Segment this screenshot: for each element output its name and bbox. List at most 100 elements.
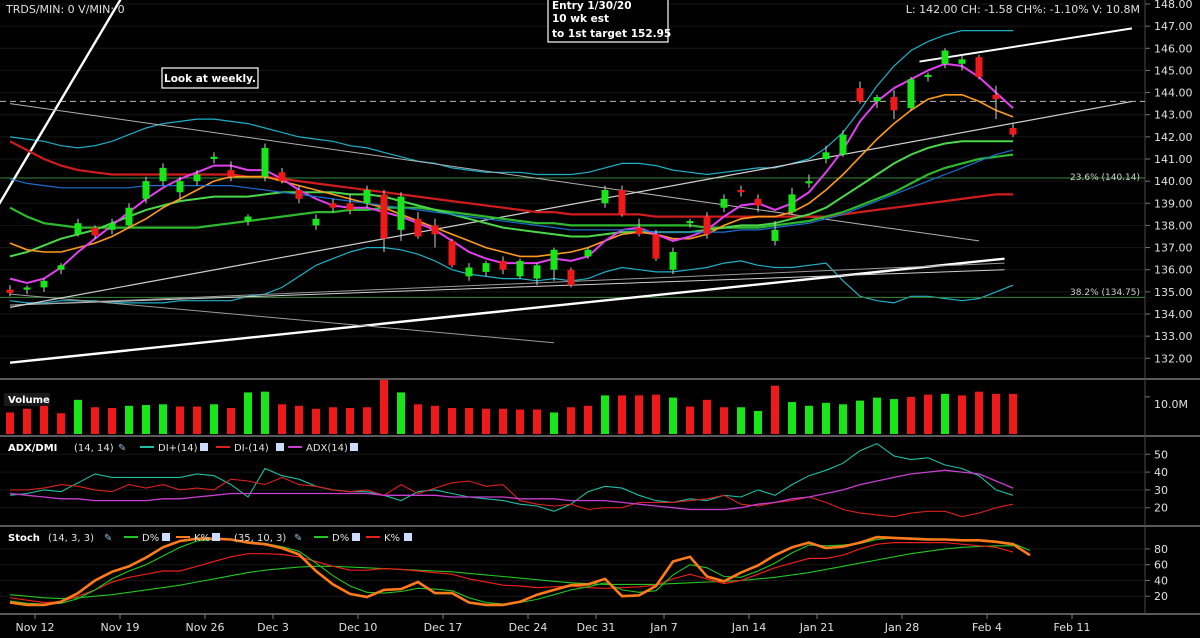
candle-body: [771, 229, 779, 241]
candle-body: [227, 170, 235, 177]
candle-body: [822, 152, 830, 159]
stoch-slow-d-label: D%: [332, 533, 349, 544]
volume-bar: [125, 405, 133, 434]
candle-body: [142, 181, 150, 199]
candle-body: [210, 156, 218, 159]
stoch-tick-label: 20: [1154, 590, 1168, 603]
volume-bar: [346, 408, 354, 434]
right-readout: L: 142.00 CH: -1.58 CH%: -1.10% V: 10.8M: [906, 3, 1140, 16]
volume-bar: [499, 408, 507, 434]
adx-tick-label: 40: [1154, 466, 1168, 479]
price-tick-label: 137.00: [1154, 242, 1193, 255]
date-tick-label: Jan 14: [731, 621, 766, 634]
volume-bar: [550, 412, 558, 434]
volume-bar: [295, 405, 303, 434]
date-tick-label: Dec 10: [339, 621, 378, 634]
stoch-slow-k-checkbox[interactable]: [404, 533, 412, 541]
stock-chart[interactable]: 132.00 133.00 134.00 135.00 136.00 137.00 138.…: [0, 0, 1200, 638]
fib-382-label: 38.2% (134.75): [1070, 288, 1140, 298]
candle-body: [431, 225, 439, 235]
date-tick-label: Feb 4: [972, 621, 1002, 634]
price-tick-label: 145.00: [1154, 64, 1193, 77]
volume-bar: [465, 408, 473, 434]
volume-bar: [652, 394, 660, 434]
entry-line-1: Entry 1/30/20: [552, 0, 632, 12]
volume-bar: [890, 399, 898, 434]
candle-body: [74, 223, 82, 235]
price-tick-label: 146.00: [1154, 42, 1193, 55]
volume-bar: [584, 405, 592, 434]
stoch-k-checkbox[interactable]: [212, 533, 220, 541]
di-plus-label: DI+(14): [158, 443, 198, 454]
candle-body: [295, 190, 303, 199]
price-tick-label: 133.00: [1154, 330, 1193, 343]
weekly-note-text: Look at weekly.: [164, 73, 256, 85]
candle-body: [669, 252, 677, 270]
adx-checkbox[interactable]: [350, 443, 358, 451]
stoch-params-1: (14, 3, 3): [48, 533, 94, 544]
candle-body: [924, 74, 932, 78]
candle-body: [397, 196, 405, 230]
date-tick-label: Feb 11: [1054, 621, 1091, 634]
stoch-d-checkbox[interactable]: [162, 533, 170, 541]
volume-bar: [23, 408, 31, 434]
date-tick-label: Nov 12: [16, 621, 55, 634]
candle-body: [329, 203, 337, 208]
volume-bar: [720, 407, 728, 434]
candle-body: [907, 79, 915, 109]
adx-tick-label: 50: [1154, 448, 1168, 461]
date-tick-label: Dec 3: [257, 621, 289, 634]
candle-body: [176, 181, 184, 193]
candle-body: [567, 269, 575, 286]
candle-body: [108, 223, 116, 230]
volume-bar: [1009, 393, 1017, 434]
adx-settings-icon[interactable]: ✎: [118, 443, 126, 454]
volume-bar: [159, 404, 167, 434]
candle-body: [839, 134, 847, 155]
volume-bar: [397, 392, 405, 434]
candle-body: [91, 227, 99, 236]
date-tick-label: Nov 19: [101, 621, 140, 634]
candle-body: [278, 172, 286, 182]
candle-body: [958, 59, 966, 64]
candle-body: [193, 174, 201, 182]
candle-body: [754, 198, 762, 206]
date-tick-label: Dec 31: [577, 621, 616, 634]
di-minus-checkbox[interactable]: [276, 443, 284, 451]
candle-body: [856, 88, 864, 102]
volume-bar: [754, 410, 762, 434]
candle-body: [941, 50, 949, 64]
left-readout: TRDS/MIN: 0 V/MIN: 0: [5, 3, 125, 16]
price-tick-label: 135.00: [1154, 286, 1193, 299]
candle-body: [23, 287, 31, 290]
candle-body: [975, 57, 983, 78]
volume-bar: [193, 406, 201, 434]
candle-body: [346, 203, 354, 210]
candle-body: [788, 194, 796, 213]
volume-bar: [601, 395, 609, 434]
stoch-k-label: K%: [194, 533, 210, 544]
volume-bar: [873, 397, 881, 434]
price-tick-label: 142.00: [1154, 131, 1193, 144]
di-minus-label: DI-(14): [234, 443, 269, 454]
candle-body: [618, 190, 626, 215]
candle-body: [1009, 128, 1017, 135]
candle-body: [57, 265, 65, 270]
volume-bar: [261, 391, 269, 434]
volume-bar: [312, 408, 320, 434]
candle-body: [584, 249, 592, 257]
volume-bar: [448, 408, 456, 434]
volume-bar: [992, 393, 1000, 434]
stoch-slow-k-label: K%: [384, 533, 400, 544]
stoch-settings-icon-2[interactable]: ✎: [294, 533, 302, 544]
entry-annotation[interactable]: Entry 1/30/20 10 wk est to 1st target 15…: [547, 0, 671, 43]
weekly-note[interactable]: Look at weekly.: [161, 67, 259, 89]
date-tick-label: Dec 17: [424, 621, 463, 634]
volume-bar: [482, 408, 490, 434]
price-tick-label: 147.00: [1154, 20, 1193, 33]
stoch-settings-icon[interactable]: ✎: [104, 533, 112, 544]
di-plus-checkbox[interactable]: [200, 443, 208, 451]
volume-bar: [822, 402, 830, 434]
stoch-slow-d-checkbox[interactable]: [352, 533, 360, 541]
adx-tick-label: 20: [1154, 502, 1168, 515]
